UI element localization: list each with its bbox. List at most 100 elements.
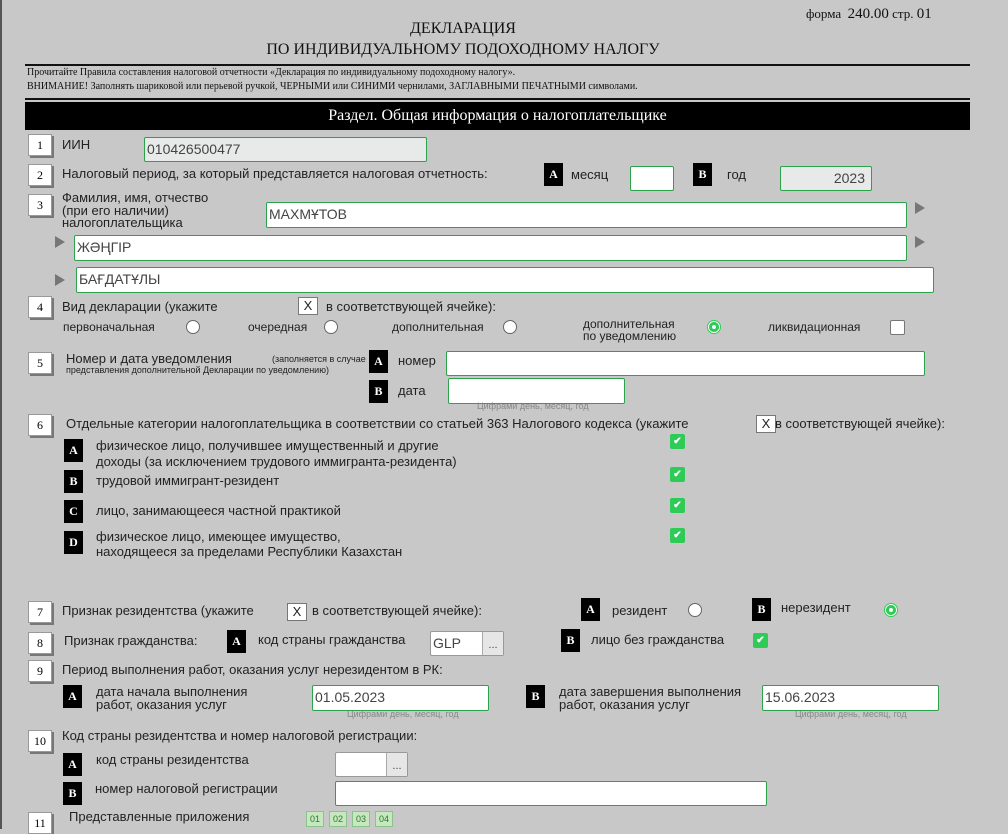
category-d-checkbox[interactable]: ✔ bbox=[670, 528, 685, 543]
categories-label-end: в соответствующей ячейке): bbox=[775, 416, 945, 431]
iin-input[interactable]: 010426500477 bbox=[144, 137, 427, 162]
opt-initial-label: первоначальная bbox=[63, 320, 155, 334]
citizenship-country-picker[interactable]: GLP ... bbox=[430, 631, 504, 656]
notice-number-input[interactable] bbox=[446, 351, 925, 376]
field-number-4: 4 bbox=[28, 296, 52, 318]
date-format-hint: Цифрами день, месяц, год bbox=[477, 401, 589, 411]
letter-a: A bbox=[544, 163, 563, 186]
letter-c: C bbox=[64, 500, 83, 523]
arrow-right-icon bbox=[55, 274, 65, 286]
country-lookup-button[interactable]: ... bbox=[386, 753, 407, 776]
start-date-label-2: работ, оказания услуг bbox=[96, 697, 227, 712]
category-a-label-2: доходы (за исключением трудового иммигра… bbox=[96, 454, 457, 469]
category-b-label: трудовой иммигрант-резидент bbox=[96, 473, 280, 488]
declaration-type-label: Вид декларации (укажите bbox=[62, 299, 218, 314]
residence-country-code-label: код страны резидентства bbox=[96, 752, 249, 767]
residency-label: Признак резидентства (укажите bbox=[62, 603, 254, 618]
letter-a: A bbox=[227, 630, 246, 653]
letter-a: A bbox=[63, 685, 82, 708]
patronymic-input[interactable]: БАҒДАТҰЛЫ bbox=[76, 267, 934, 293]
nonresident-label: нерезидент bbox=[781, 600, 851, 615]
field-number-9: 9 bbox=[28, 660, 52, 682]
category-c-checkbox[interactable]: ✔ bbox=[670, 498, 685, 513]
arrow-right-icon bbox=[55, 236, 65, 248]
page-title-line2: ПО ИНДИВИДУАЛЬНОМУ ПОДОХОДНОМУ НАЛОГУ bbox=[266, 41, 660, 58]
letter-a: A bbox=[369, 350, 388, 373]
tax-reg-label: номер налоговой регистрации bbox=[95, 781, 278, 796]
warning-note: ВНИМАНИЕ! Заполнять шариковой или перьев… bbox=[27, 81, 638, 92]
fio-label-3: налогоплательщика bbox=[62, 215, 183, 230]
field-number-11: 11 bbox=[28, 812, 52, 834]
form-code: форма 240.00 стр. 01 bbox=[806, 6, 932, 22]
instructions-note: Прочитайте Правила составления налоговой… bbox=[27, 67, 516, 78]
letter-a: A bbox=[63, 753, 82, 776]
category-d-label-1: физическое лицо, имеющее имущество, bbox=[96, 529, 341, 544]
notice-number-label: номер bbox=[398, 353, 436, 368]
stateless-label: лицо без гражданства bbox=[591, 632, 725, 647]
end-date-input[interactable]: 15.06.2023 bbox=[762, 685, 939, 711]
year-label: год bbox=[727, 167, 746, 182]
field-number-10: 10 bbox=[28, 730, 52, 752]
nonresident-radio[interactable] bbox=[884, 603, 898, 617]
arrow-right-icon bbox=[915, 236, 925, 248]
field-number-5: 5 bbox=[28, 352, 52, 374]
attachment-03[interactable]: 03 bbox=[352, 811, 370, 827]
declaration-type-label-end: в соответствующей ячейке): bbox=[326, 299, 496, 314]
opt-regular-radio[interactable] bbox=[324, 320, 338, 334]
resident-radio[interactable] bbox=[688, 603, 702, 617]
letter-a: A bbox=[581, 598, 600, 621]
opt-additional-label: дополнительная bbox=[392, 320, 484, 334]
first-name-input[interactable]: ЖӘҢГІР bbox=[74, 235, 907, 261]
attachment-01[interactable]: 01 bbox=[306, 811, 324, 827]
notice-note-2: представления дополнительной Декларации … bbox=[66, 365, 329, 375]
end-date-label-2: работ, оказания услуг bbox=[559, 697, 690, 712]
opt-notice-label-2: по уведомлению bbox=[583, 329, 677, 343]
section-title: Раздел. Общая информация о налогоплатель… bbox=[25, 102, 970, 130]
attachment-02[interactable]: 02 bbox=[329, 811, 347, 827]
notice-date-label: дата bbox=[398, 383, 426, 398]
date-format-hint: Цифрами день, месяц, год bbox=[795, 709, 907, 719]
residency-label-end: в соответствующей ячейке): bbox=[312, 603, 482, 618]
opt-initial-radio[interactable] bbox=[186, 320, 200, 334]
header-rule bbox=[25, 64, 970, 66]
category-a-checkbox[interactable]: ✔ bbox=[670, 434, 685, 449]
notice-note-1: (заполняется в случае bbox=[272, 354, 366, 364]
categories-label: Отдельные категории налогоплательщика в … bbox=[66, 416, 689, 431]
letter-a: A bbox=[64, 439, 83, 462]
field-number-3: 3 bbox=[28, 194, 52, 216]
date-format-hint: Цифрами день, месяц, год bbox=[347, 709, 459, 719]
category-b-checkbox[interactable]: ✔ bbox=[670, 467, 685, 482]
field-number-1: 1 bbox=[28, 134, 52, 156]
opt-notice-radio[interactable] bbox=[707, 320, 721, 334]
start-date-input[interactable]: 01.05.2023 bbox=[312, 685, 489, 711]
opt-liquidation-checkbox[interactable] bbox=[890, 320, 905, 335]
country-lookup-button[interactable]: ... bbox=[482, 632, 503, 655]
field-number-2: 2 bbox=[28, 164, 52, 186]
page-title-line1: ДЕКЛАРАЦИЯ bbox=[410, 20, 516, 37]
opt-additional-radio[interactable] bbox=[503, 320, 517, 334]
letter-b: B bbox=[63, 782, 82, 805]
attachments-label: Представленные приложения bbox=[69, 809, 250, 824]
letter-b: B bbox=[526, 685, 545, 708]
work-period-label: Период выполнения работ, оказания услуг … bbox=[62, 662, 443, 677]
letter-b: B bbox=[561, 629, 580, 652]
year-input[interactable]: 2023 bbox=[780, 166, 872, 191]
tax-reg-input[interactable] bbox=[335, 781, 767, 806]
letter-b: B bbox=[752, 598, 771, 621]
x-marker: X bbox=[298, 297, 318, 315]
last-name-input[interactable]: МАХМҰТОВ bbox=[266, 202, 907, 228]
arrow-right-icon bbox=[915, 202, 925, 214]
letter-b: B bbox=[693, 163, 712, 186]
letter-d: D bbox=[64, 531, 83, 554]
month-label: месяц bbox=[571, 167, 609, 182]
x-marker: X bbox=[287, 603, 307, 621]
tax-period-label: Налоговый период, за который представляе… bbox=[62, 166, 488, 181]
opt-liquidation-label: ликвидационная bbox=[768, 320, 861, 334]
residence-country-picker[interactable]: ... bbox=[335, 752, 408, 777]
attachment-04[interactable]: 04 bbox=[375, 811, 393, 827]
notice-label: Номер и дата уведомления bbox=[66, 351, 232, 366]
stateless-checkbox[interactable]: ✔ bbox=[753, 633, 768, 648]
month-input[interactable] bbox=[630, 166, 674, 191]
category-a-label-1: физическое лицо, получившее имущественны… bbox=[96, 438, 439, 453]
window-edge bbox=[0, 0, 2, 829]
